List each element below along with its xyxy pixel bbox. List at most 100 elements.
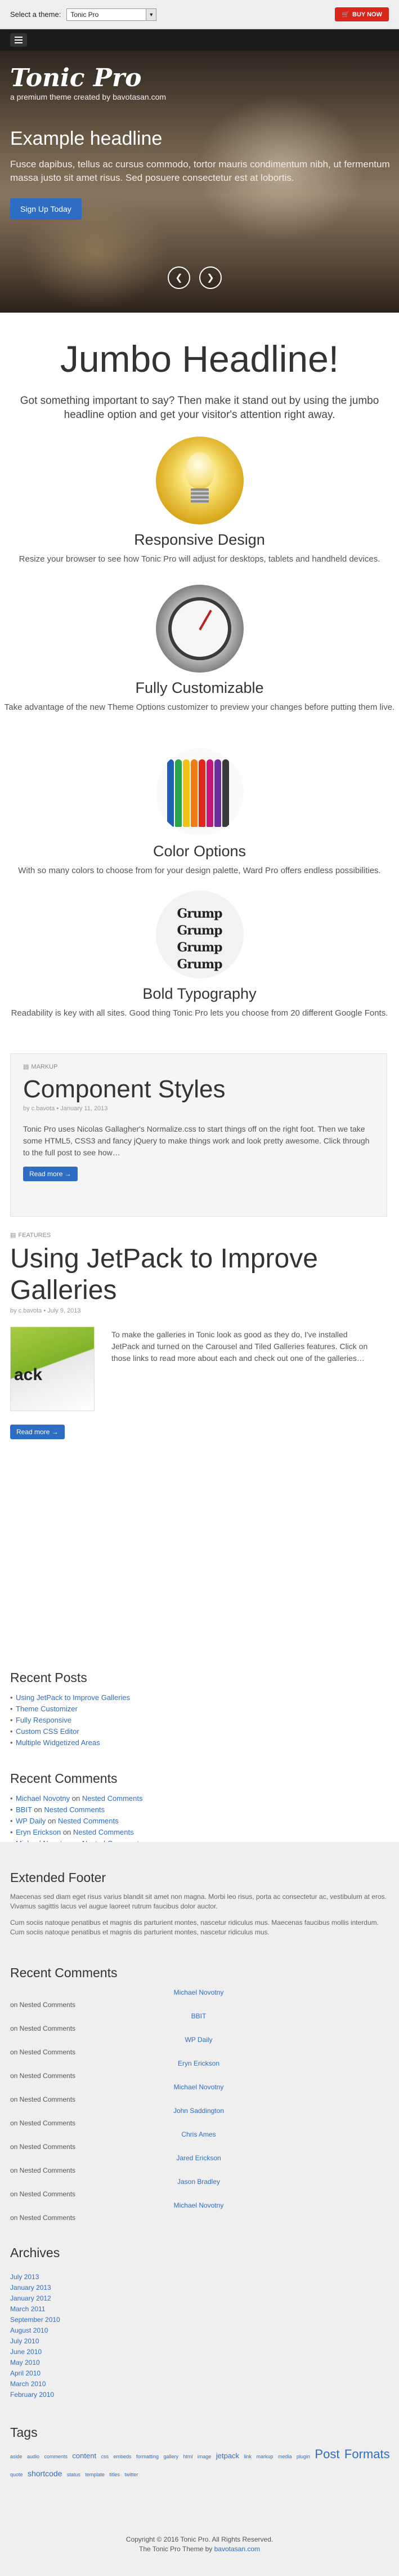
pencil-icon [174, 759, 182, 827]
site-title[interactable]: Tonic Pro [10, 65, 166, 91]
recent-post-link[interactable]: Using JetPack to Improve Galleries [16, 1693, 130, 1702]
theme-select[interactable]: Tonic Pro ▼ [66, 8, 157, 21]
tag-link[interactable]: audio [27, 2454, 39, 2459]
thumbnail-text: ack [14, 1365, 43, 1384]
tag-link[interactable]: gallery [163, 2454, 178, 2459]
chevron-left-icon[interactable]: ❮ [168, 266, 190, 289]
archive-link[interactable]: January 2012 [10, 2293, 389, 2304]
menu-toggle-button[interactable] [10, 33, 27, 47]
sign-up-button[interactable]: Sign Up Today [10, 198, 82, 220]
tag-link[interactable]: aside [10, 2454, 23, 2459]
recent-post-link[interactable]: Custom CSS Editor [16, 1727, 79, 1736]
tags-title: Tags [10, 2425, 38, 2440]
post-category-label[interactable]: FEATURES [18, 1232, 51, 1239]
archive-link[interactable]: March 2010 [10, 2379, 389, 2390]
post-title[interactable]: Using JetPack to Improve Galleries [10, 1243, 393, 1306]
jumbo-headline: Jumbo Headline! [60, 338, 339, 380]
archive-link[interactable]: January 2013 [10, 2283, 389, 2293]
tag-link[interactable]: Formats [344, 2447, 390, 2461]
post-meta: by c.bavota • January 11, 2013 [23, 1105, 108, 1112]
archive-link[interactable]: May 2010 [10, 2357, 389, 2368]
comment-post-link[interactable]: on Nested Comments [10, 2025, 75, 2032]
comment-post-link[interactable]: on Nested Comments [10, 2214, 75, 2222]
colored-pencils-image [155, 748, 244, 836]
tag-link[interactable]: quote [10, 2472, 23, 2477]
chevron-down-icon: ▼ [146, 8, 156, 20]
comment-author-link[interactable]: BBIT [10, 2012, 387, 2020]
comment-post-link[interactable]: on Nested Comments [10, 2119, 75, 2127]
comment-author-link[interactable]: Jared Erickson [10, 2154, 387, 2162]
recent-post-link[interactable]: Fully Responsive [16, 1716, 71, 1724]
comment-post-link[interactable]: on Nested Comments [10, 2190, 75, 2198]
post-category-label[interactable]: MARKUP [31, 1064, 57, 1070]
post-thumbnail[interactable]: ack [10, 1327, 95, 1411]
comment-post-link[interactable]: on Nested Comments [10, 2166, 75, 2174]
comment-post-link[interactable]: on Nested Comments [10, 2095, 75, 2103]
comment-author-link[interactable]: Eryn Erickson [10, 2059, 387, 2067]
archive-link[interactable]: July 2013 [10, 2272, 389, 2283]
comment-post-link[interactable]: on Nested Comments [10, 2143, 75, 2151]
buy-now-label: BUY NOW [352, 11, 382, 18]
read-more-button[interactable]: Read more → [23, 1167, 78, 1181]
comment-author-link[interactable]: WP Daily [16, 1817, 46, 1825]
comment-post-link[interactable]: Nested Comments [82, 1794, 143, 1803]
tag-link[interactable]: jetpack [216, 2452, 239, 2460]
tag-link[interactable]: content [72, 2452, 96, 2460]
recent-post-link[interactable]: Theme Customizer [16, 1705, 78, 1713]
comment-author-link[interactable]: Jason Bradley [10, 2178, 387, 2186]
post-title[interactable]: Component Styles [23, 1075, 374, 1104]
archive-link[interactable]: August 2010 [10, 2325, 389, 2336]
list-item: Using JetPack to Improve Galleries [10, 1692, 393, 1703]
archive-link[interactable]: February 2010 [10, 2390, 389, 2400]
tag-link[interactable]: Post [315, 2447, 339, 2461]
recent-post-link[interactable]: Multiple Widgetized Areas [16, 1738, 100, 1747]
archive-link[interactable]: March 2011 [10, 2304, 389, 2315]
tag-link[interactable]: link [244, 2454, 252, 2459]
pencil-icon [222, 759, 229, 827]
tag-link[interactable]: media [278, 2454, 292, 2459]
comment-author-link[interactable]: BBIT [16, 1805, 32, 1814]
comment-post-link[interactable]: Nested Comments [58, 1817, 119, 1825]
list-item: Theme Customizer [10, 1703, 393, 1715]
post-excerpt: To make the galleries in Tonic look as g… [111, 1330, 368, 1363]
menu-icon-bar [15, 37, 23, 38]
archive-link[interactable]: June 2010 [10, 2347, 389, 2357]
tag-link[interactable]: comments [44, 2454, 68, 2459]
tag-link[interactable]: titles [109, 2472, 120, 2477]
tag-link[interactable]: status [67, 2472, 80, 2477]
tag-link[interactable]: shortcode [28, 2469, 62, 2478]
archive-link[interactable]: September 2010 [10, 2315, 389, 2325]
comment-author-link[interactable]: Michael Novotny [10, 1988, 387, 1996]
archive-link[interactable]: April 2010 [10, 2368, 389, 2379]
hero-headline: Example headline [10, 128, 163, 149]
tag-link[interactable]: css [101, 2454, 109, 2459]
list-item: WP Daily on Nested Comments [10, 2036, 389, 2059]
comment-post-link[interactable]: on Nested Comments [10, 2048, 75, 2056]
list-item: John Saddington on Nested Comments [10, 2107, 389, 2130]
comment-author-link[interactable]: Michael Novotny [10, 2083, 387, 2091]
comment-author-link[interactable]: WP Daily [10, 2036, 387, 2044]
tag-link[interactable]: embeds [113, 2454, 131, 2459]
comment-author-link[interactable]: Eryn Erickson [16, 1828, 61, 1836]
feature-title: Responsive Design [134, 531, 265, 548]
comment-author-link[interactable]: John Saddington [10, 2107, 387, 2115]
tag-link[interactable]: template [85, 2472, 105, 2477]
buy-now-button[interactable]: 🛒 BUY NOW [335, 7, 389, 21]
tag-link[interactable]: html [183, 2454, 192, 2459]
comment-author-link[interactable]: Michael Novotny [10, 2201, 387, 2209]
comment-author-link[interactable]: Michael Novotny [16, 1794, 70, 1803]
read-more-button[interactable]: Read more → [10, 1425, 65, 1439]
tag-link[interactable]: markup [256, 2454, 273, 2459]
tag-link[interactable]: formatting [136, 2454, 159, 2459]
tag-link[interactable]: plugin [297, 2454, 310, 2459]
tag-link[interactable]: image [198, 2454, 212, 2459]
tag-link[interactable]: twitter [124, 2472, 138, 2477]
comment-post-link[interactable]: Nested Comments [73, 1828, 134, 1836]
theme-credit-link[interactable]: bavotasan.com [214, 2545, 260, 2553]
chevron-right-icon[interactable]: ❯ [199, 266, 222, 289]
comment-post-link[interactable]: Nested Comments [44, 1805, 105, 1814]
comment-post-link[interactable]: on Nested Comments [10, 2072, 75, 2080]
comment-post-link[interactable]: on Nested Comments [10, 2001, 75, 2009]
comment-author-link[interactable]: Chris Ames [10, 2130, 387, 2138]
archive-link[interactable]: July 2010 [10, 2336, 389, 2347]
